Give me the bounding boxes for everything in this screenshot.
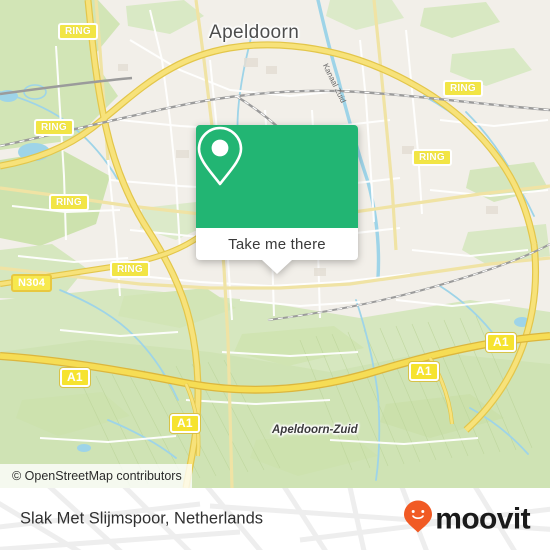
road-shield-a1: A1 (60, 368, 90, 387)
road-shield-a1: A1 (170, 414, 200, 433)
callout-pin-area (196, 125, 358, 228)
take-me-there-label: Take me there (228, 235, 326, 253)
map-canvas[interactable]: RING RING RING RING RING RING N304 A1 A1… (0, 0, 550, 488)
take-me-there-button[interactable]: Take me there (196, 228, 358, 274)
road-shield-a1: A1 (409, 362, 439, 381)
road-shield-ring: RING (110, 261, 150, 278)
place-label-apeldoorn-zuid: Apeldoorn-Zuid (272, 424, 358, 436)
callout-pointer (262, 260, 292, 274)
location-callout[interactable]: Take me there (196, 125, 358, 274)
road-shield-ring: RING (443, 80, 483, 97)
road-shield-n304: N304 (11, 274, 53, 292)
road-shield-ring: RING (412, 149, 452, 166)
road-shield-ring: RING (58, 23, 98, 40)
osm-attribution[interactable]: © OpenStreetMap contributors (0, 464, 192, 488)
moovit-logo[interactable]: moovit (403, 500, 531, 539)
place-label-apeldoorn: Apeldoorn (209, 22, 300, 43)
location-title: Slak Met Slijmspoor, Netherlands (20, 509, 264, 528)
footer-bar: Slak Met Slijmspoor, Netherlands moovit (0, 488, 550, 550)
road-shield-a1: A1 (486, 333, 516, 352)
road-shield-ring: RING (49, 194, 89, 211)
road-shield-ring: RING (34, 119, 74, 136)
moovit-map-card: RING RING RING RING RING RING N304 A1 A1… (0, 0, 550, 550)
moovit-pin-smile-icon (403, 500, 433, 539)
moovit-wordmark: moovit (435, 502, 530, 535)
